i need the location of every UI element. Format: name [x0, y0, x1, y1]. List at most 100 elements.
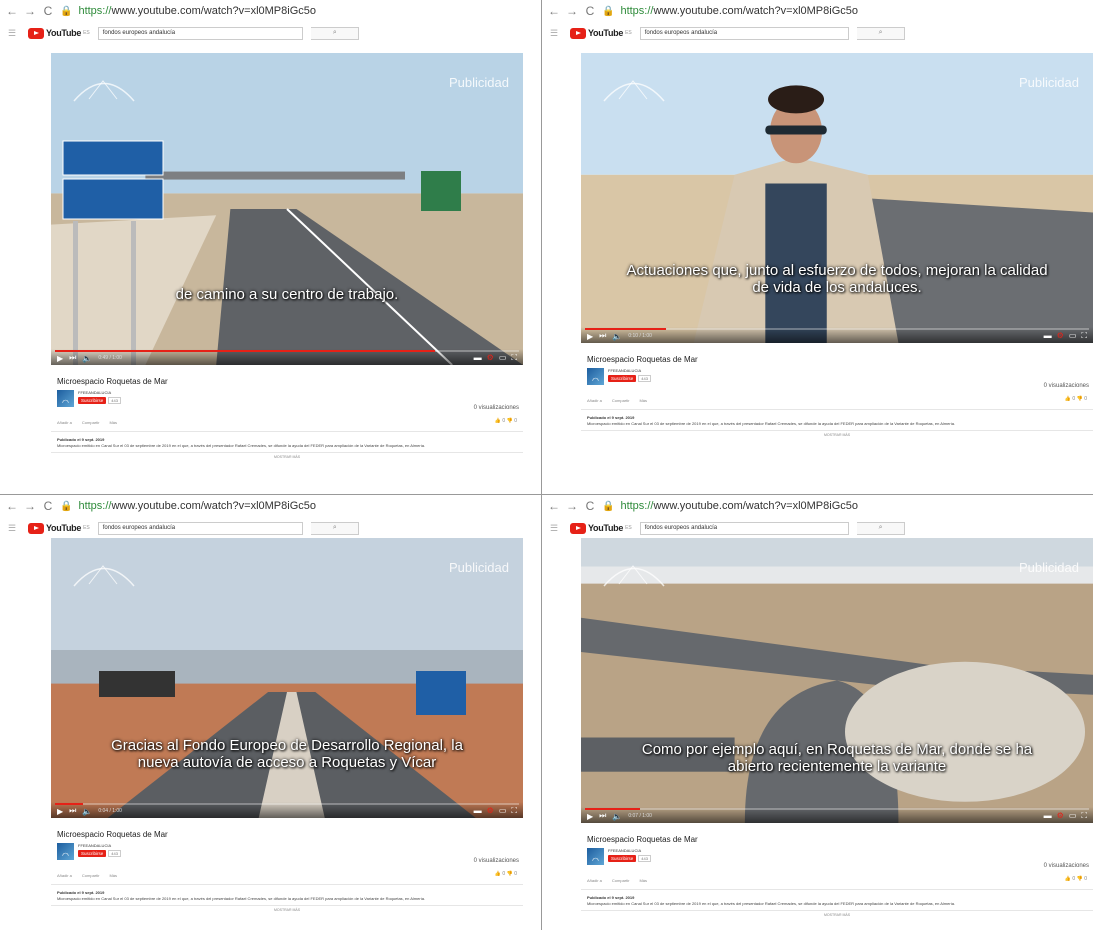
next-icon[interactable]: ⏭: [69, 806, 76, 816]
show-more-button[interactable]: MOSTRAR MÁS: [581, 913, 1093, 917]
dislike-icon[interactable]: 👎: [505, 418, 514, 424]
channel-avatar[interactable]: ◠: [57, 843, 74, 860]
volume-icon[interactable]: 🔈: [82, 354, 92, 363]
progress-bar[interactable]: [585, 328, 1089, 330]
show-more-button[interactable]: MOSTRAR MÁS: [51, 908, 523, 912]
address-bar[interactable]: https://www.youtube.com/watch?v=xl0MP8iG…: [78, 5, 316, 17]
play-icon[interactable]: ▶: [57, 354, 63, 363]
subscribe-button[interactable]: Suscribirse: [608, 375, 637, 382]
next-icon[interactable]: ⏭: [69, 353, 76, 363]
show-more-button[interactable]: MOSTRAR MÁS: [51, 455, 523, 459]
back-button[interactable]: ←: [548, 4, 560, 18]
youtube-logo[interactable]: YouTube ES: [28, 27, 90, 39]
video-player[interactable]: Publicidad Como por ejemplo aquí, en Roqu…: [581, 538, 1093, 823]
reload-button[interactable]: C: [42, 4, 54, 18]
menu-icon[interactable]: ☰: [8, 523, 16, 534]
menu-icon[interactable]: ☰: [550, 523, 558, 534]
fullscreen-icon[interactable]: ⛶: [1081, 331, 1087, 341]
back-button[interactable]: ←: [6, 4, 18, 18]
next-icon[interactable]: ⏭: [599, 331, 606, 341]
forward-button[interactable]: →: [24, 4, 36, 18]
captions-icon[interactable]: ▬: [1044, 811, 1052, 821]
youtube-logo[interactable]: YouTube ES: [570, 522, 632, 534]
share-button[interactable]: Compartir: [612, 878, 630, 883]
search-input[interactable]: fondos europeos andalucía: [97, 521, 304, 535]
volume-icon[interactable]: 🔈: [612, 332, 622, 341]
channel-name[interactable]: FFEEANDALUCIA: [608, 368, 651, 373]
add-to-button[interactable]: Añadir a: [57, 873, 72, 878]
volume-icon[interactable]: 🔈: [612, 812, 622, 821]
play-icon[interactable]: ▶: [587, 812, 593, 821]
dislike-icon[interactable]: 👎: [505, 871, 514, 877]
search-button[interactable]: ⌕: [311, 521, 360, 535]
progress-bar[interactable]: [55, 350, 519, 352]
captions-icon[interactable]: ▬: [474, 806, 482, 816]
dislike-icon[interactable]: 👎: [1075, 396, 1084, 402]
address-bar[interactable]: https://www.youtube.com/watch?v=xl0MP8iG…: [78, 500, 316, 512]
video-player[interactable]: Publicidad Actuaciones que, junto al esfu…: [581, 53, 1093, 343]
subscribe-button[interactable]: Suscribirse: [608, 855, 637, 862]
theater-icon[interactable]: ▭: [1069, 811, 1077, 821]
video-player[interactable]: Publicidad de camino a su centro de traba…: [51, 53, 523, 365]
channel-name[interactable]: FFEEANDALUCIA: [608, 848, 651, 853]
search-button[interactable]: ⌕: [857, 26, 906, 40]
channel-avatar[interactable]: ◠: [587, 368, 604, 385]
youtube-logo[interactable]: YouTube ES: [570, 27, 632, 39]
play-icon[interactable]: ▶: [587, 332, 593, 341]
channel-name[interactable]: FFEEANDALUCIA: [78, 843, 121, 848]
forward-button[interactable]: →: [566, 499, 578, 513]
more-button[interactable]: Más: [639, 398, 647, 403]
back-button[interactable]: ←: [6, 499, 18, 513]
progress-bar[interactable]: [585, 808, 1089, 810]
share-button[interactable]: Compartir: [612, 398, 630, 403]
channel-avatar[interactable]: ◠: [587, 848, 604, 865]
add-to-button[interactable]: Añadir a: [57, 420, 72, 425]
reload-button[interactable]: C: [42, 499, 54, 513]
captions-icon[interactable]: ▬: [474, 353, 482, 363]
next-icon[interactable]: ⏭: [599, 811, 606, 821]
settings-icon[interactable]: ⚙: [1057, 331, 1064, 341]
reload-button[interactable]: C: [584, 499, 596, 513]
share-button[interactable]: Compartir: [82, 420, 100, 425]
theater-icon[interactable]: ▭: [1069, 331, 1077, 341]
settings-icon[interactable]: ⚙: [487, 353, 494, 363]
volume-icon[interactable]: 🔈: [82, 807, 92, 816]
progress-bar[interactable]: [55, 803, 519, 805]
video-player[interactable]: Publicidad Gracias al Fondo Europeo de De…: [51, 538, 523, 818]
more-button[interactable]: Más: [109, 873, 117, 878]
search-input[interactable]: fondos europeos andalucía: [639, 26, 850, 40]
address-bar[interactable]: https://www.youtube.com/watch?v=xl0MP8iG…: [620, 500, 858, 512]
search-button[interactable]: ⌕: [311, 26, 360, 40]
address-bar[interactable]: https://www.youtube.com/watch?v=xl0MP8iG…: [620, 5, 858, 17]
add-to-button[interactable]: Añadir a: [587, 878, 602, 883]
share-button[interactable]: Compartir: [82, 873, 100, 878]
search-input[interactable]: fondos europeos andalucía: [97, 26, 304, 40]
settings-icon[interactable]: ⚙: [487, 806, 494, 816]
captions-icon[interactable]: ▬: [1044, 331, 1052, 341]
subscribe-button[interactable]: Suscribirse: [78, 397, 107, 404]
subscribe-button[interactable]: Suscribirse: [78, 850, 107, 857]
dislike-icon[interactable]: 👎: [1075, 876, 1084, 882]
more-button[interactable]: Más: [109, 420, 117, 425]
theater-icon[interactable]: ▭: [499, 353, 507, 363]
back-button[interactable]: ←: [548, 499, 560, 513]
forward-button[interactable]: →: [566, 4, 578, 18]
settings-icon[interactable]: ⚙: [1057, 811, 1064, 821]
fullscreen-icon[interactable]: ⛶: [1081, 811, 1087, 821]
menu-icon[interactable]: ☰: [550, 28, 558, 39]
more-button[interactable]: Más: [639, 878, 647, 883]
search-button[interactable]: ⌕: [857, 521, 906, 535]
youtube-logo[interactable]: YouTube ES: [28, 522, 90, 534]
add-to-button[interactable]: Añadir a: [587, 398, 602, 403]
fullscreen-icon[interactable]: ⛶: [511, 806, 517, 816]
play-icon[interactable]: ▶: [57, 807, 63, 816]
reload-button[interactable]: C: [584, 4, 596, 18]
channel-avatar[interactable]: ◠: [57, 390, 74, 407]
theater-icon[interactable]: ▭: [499, 806, 507, 816]
fullscreen-icon[interactable]: ⛶: [511, 353, 517, 363]
show-more-button[interactable]: MOSTRAR MÁS: [581, 433, 1093, 437]
search-input[interactable]: fondos europeos andalucía: [639, 521, 850, 535]
menu-icon[interactable]: ☰: [8, 28, 16, 39]
channel-name[interactable]: FFEEANDALUCIA: [78, 390, 121, 395]
forward-button[interactable]: →: [24, 499, 36, 513]
